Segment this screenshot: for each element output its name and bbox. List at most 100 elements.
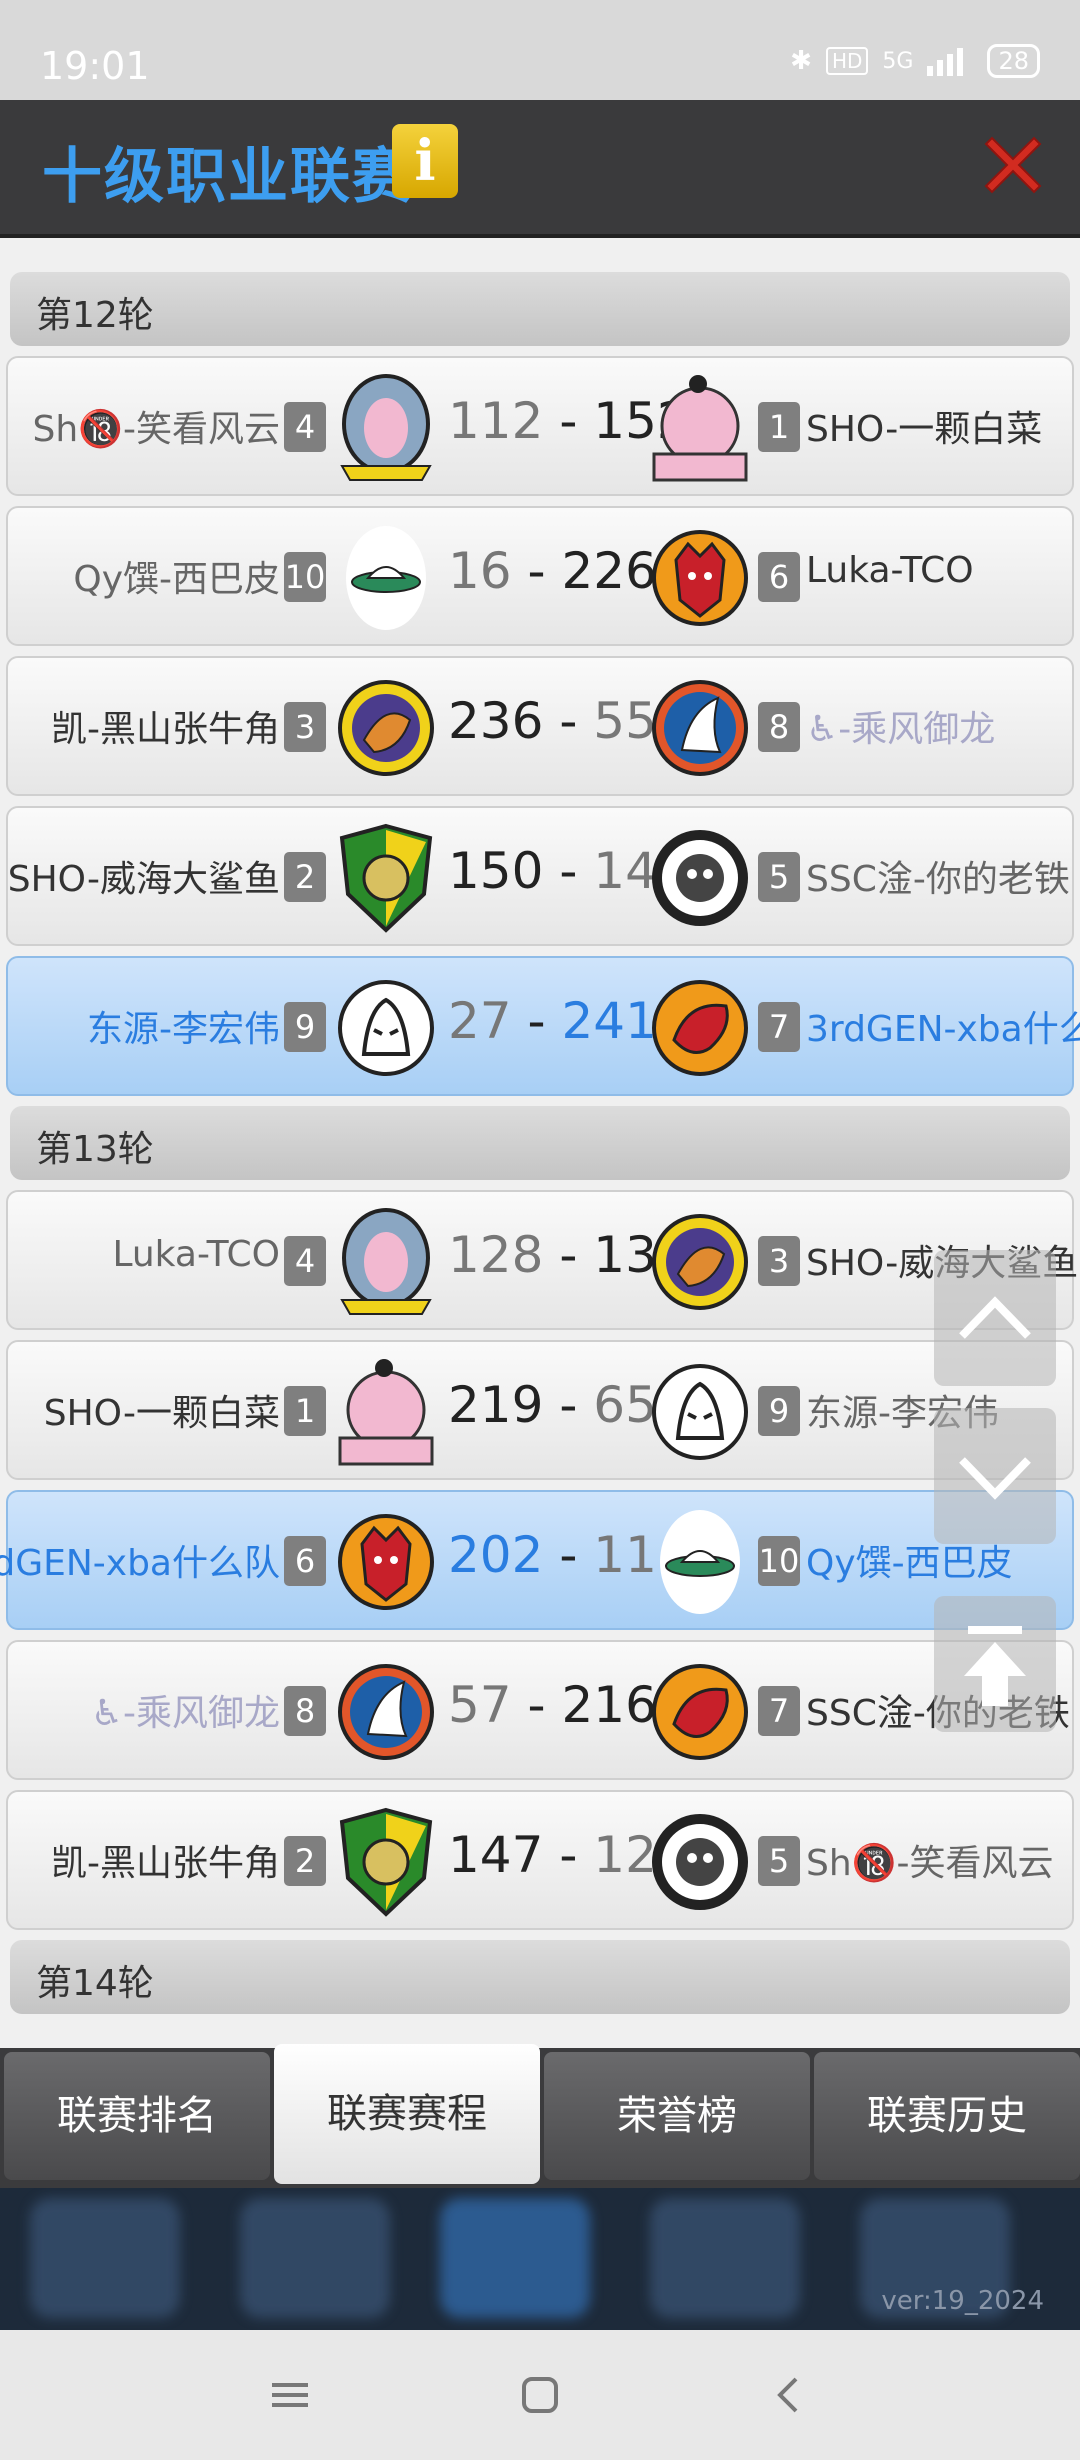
away-team-logo-icon [648, 820, 752, 938]
home-team-seed: 1 [284, 1386, 326, 1436]
away-team-seed: 1 [758, 402, 800, 452]
match-row[interactable]: ♿-乘风御龙857 - 2167SSC淦-你的老铁 [6, 1640, 1074, 1780]
match-row[interactable]: Qy馔-西巴皮 10 16 - 226 6 Luka-TCO [6, 506, 1074, 646]
home-team-seed: 10 [284, 552, 326, 602]
home-team-logo-icon [334, 370, 438, 488]
match-score: 112 - 152 [448, 392, 689, 450]
away-team-seed: 9 [758, 1386, 800, 1436]
match-score: 202 - 11 [448, 1526, 657, 1584]
away-team-seed: 3 [758, 1236, 800, 1286]
match-score: 150 - 140 [448, 842, 689, 900]
chevron-up-icon [959, 1296, 1031, 1339]
score-separator: - [543, 392, 594, 450]
away-team-seed: 7 [758, 1002, 800, 1052]
bluetooth-icon: ✱ [790, 46, 812, 76]
match-row[interactable]: 3rdGEN-xba什么队6202 - 1110Qy馔-西巴皮 [0, 1490, 1074, 1630]
home-team-logo-icon [334, 970, 438, 1088]
score-separator: - [543, 1526, 594, 1584]
round-label: 第14轮 [36, 1963, 154, 2004]
home-team-name: Sh🔞-笑看风云 [32, 409, 280, 450]
round-header: 第14轮 [10, 1940, 1070, 2014]
match-row[interactable]: Luka-TCO4128 - 1393SHO-威海大鲨鱼 [6, 1190, 1078, 1330]
away-team-logo-icon [648, 1804, 752, 1922]
home-team-name: SHO-一颗白菜 [43, 1393, 280, 1434]
match-row[interactable]: 凯-黑山张牛角 2 147 - 123 5 Sh🔞-笑看风云 [6, 1790, 1074, 1930]
home-team-logo-icon [334, 1804, 438, 1922]
home-team-name: SHO-威海大鲨鱼 [7, 859, 280, 900]
away-team-logo-icon [648, 970, 752, 1088]
away-team-seed: 5 [758, 852, 800, 902]
home-score: 112 [448, 392, 544, 450]
chevron-down-icon [959, 1457, 1031, 1500]
home-team-seed: 4 [284, 1236, 326, 1286]
status-time: 19:01 [40, 44, 150, 88]
home-team-logo-icon [334, 1204, 438, 1322]
away-team-logo-icon [648, 1654, 752, 1772]
page-title: 十级职业联赛 [42, 142, 414, 212]
back-icon[interactable] [770, 2375, 810, 2415]
round-label: 第13轮 [36, 1129, 154, 1170]
away-team-name: Luka-TCO [806, 550, 974, 591]
tab-0[interactable]: 联赛排名 [4, 2052, 270, 2180]
match-score: 147 - 123 [448, 1826, 689, 1884]
round-label: 第12轮 [36, 295, 154, 336]
away-score: 226 [561, 542, 657, 600]
away-team-name: 3rdGEN-xba什么队 [806, 1009, 1080, 1050]
match-score: 57 - 216 [448, 1676, 657, 1734]
status-icons: ✱ HD 5G 28 [790, 44, 1040, 78]
score-separator: - [543, 842, 594, 900]
status-bar: 19:01 ✱ HD 5G 28 [0, 0, 1080, 100]
home-score: 236 [448, 692, 544, 750]
home-score: 147 [448, 1826, 544, 1884]
home-score: 27 [448, 992, 512, 1050]
away-team-logo-icon [648, 1204, 752, 1322]
round-header: 第13轮 [10, 1106, 1070, 1180]
away-team-seed: 6 [758, 552, 800, 602]
info-button[interactable]: i [392, 124, 458, 198]
away-team-name: SSC淦-你的老铁 [806, 859, 1070, 900]
battery-icon: 28 [987, 44, 1040, 78]
home-icon[interactable] [520, 2375, 560, 2415]
away-team-logo-icon [648, 670, 752, 788]
score-separator: - [543, 1826, 594, 1884]
home-team-seed: 2 [284, 852, 326, 902]
home-score: 202 [448, 1526, 544, 1584]
home-score: 150 [448, 842, 544, 900]
match-row[interactable]: SHO-一颗白菜 1 219 - 65 9 东源-李宏伟 [6, 1340, 1074, 1480]
away-score: 241 [561, 992, 657, 1050]
match-score: 16 - 226 [448, 542, 657, 600]
score-separator: - [543, 1226, 594, 1284]
scroll-down-button[interactable] [934, 1408, 1056, 1544]
match-score: 27 - 241 [448, 992, 657, 1050]
away-team-name: SHO-一颗白菜 [806, 409, 1043, 450]
schedule-list[interactable]: 第12轮 Sh🔞-笑看风云 4 112 - 152 1 SHO-一颗白菜 Qy馔-西巴皮 10… [0, 246, 1080, 2046]
home-team-logo-icon [334, 820, 438, 938]
background-menu: ver:19_2024 [0, 2188, 1080, 2330]
app-header: 十级职业联赛 i [0, 100, 1080, 238]
close-icon[interactable] [978, 130, 1048, 200]
score-separator: - [511, 1676, 562, 1734]
tab-1[interactable]: 联赛赛程 [274, 2044, 540, 2184]
home-score: 16 [448, 542, 512, 600]
tab-3[interactable]: 联赛历史 [814, 2052, 1080, 2180]
home-team-seed: 3 [284, 702, 326, 752]
home-team-logo-icon [334, 670, 438, 788]
tab-2[interactable]: 荣誉榜 [544, 2052, 810, 2180]
match-row[interactable]: 凯-黑山张牛角 3 236 - 55 8 ♿-乘风御龙 [6, 656, 1074, 796]
home-team-name: 凯-黑山张牛角 [51, 1843, 280, 1884]
menu-icon[interactable] [270, 2375, 310, 2415]
match-row[interactable]: 东源-李宏伟9 27 - 241 73rdGEN-xba什么队 [6, 956, 1080, 1096]
signal-icon [927, 48, 964, 76]
scroll-up-button[interactable] [934, 1250, 1056, 1386]
home-team-name: ♿-乘风御龙 [90, 1693, 280, 1734]
round-header: 第12轮 [10, 272, 1070, 346]
match-row[interactable]: Sh🔞-笑看风云 4 112 - 152 1 SHO-一颗白菜 [6, 356, 1074, 496]
network-label: 5G [882, 48, 914, 74]
home-score: 57 [448, 1676, 512, 1734]
system-nav-bar [0, 2330, 1080, 2460]
match-row[interactable]: SHO-威海大鲨鱼 2 150 - 140 5 SSC淦-你的老铁 [6, 806, 1074, 946]
scroll-top-button[interactable] [934, 1596, 1056, 1732]
home-team-seed: 8 [284, 1686, 326, 1736]
away-score: 216 [561, 1676, 657, 1734]
home-team-logo-icon [334, 1504, 438, 1622]
